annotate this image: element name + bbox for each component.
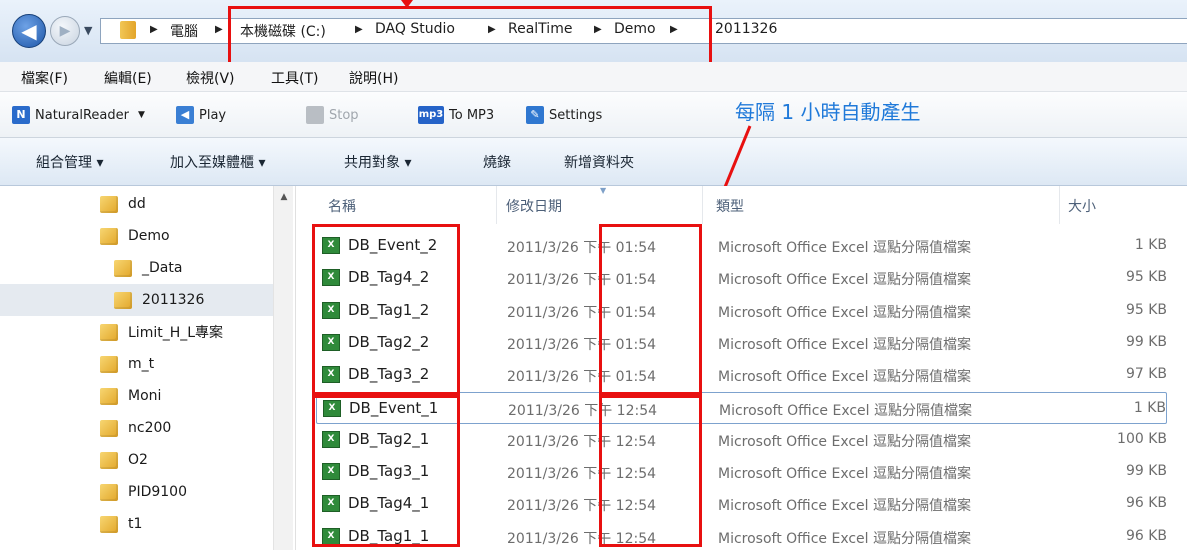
naturalreader-label: NaturalReader xyxy=(35,107,129,123)
nav-folder-o2[interactable]: O2 xyxy=(100,444,148,476)
file-type: Microsoft Office Excel 逗點分隔值檔案 xyxy=(719,402,973,419)
menu-bar: 檔案(F) 編輯(E) 檢視(V) 工具(T) 說明(H) xyxy=(0,62,1187,92)
file-size: 99 KB xyxy=(1125,333,1167,350)
folder-icon xyxy=(114,259,132,277)
add-to-library-button[interactable]: 加入至媒體櫃 ▾ xyxy=(170,152,265,172)
command-bar: 組合管理 ▾ 加入至媒體櫃 ▾ 共用對象 ▾ 燒錄 新增資料夾 xyxy=(0,138,1187,186)
folder-icon xyxy=(100,387,118,405)
folder-icon xyxy=(100,355,118,373)
file-size: 99 KB xyxy=(1125,463,1167,480)
folder-icon xyxy=(100,323,118,341)
nav-folder-t1[interactable]: t1 xyxy=(100,508,142,540)
nav-folder-nc200[interactable]: nc200 xyxy=(100,412,171,444)
file-type: Microsoft Office Excel 逗點分隔值檔案 xyxy=(718,272,972,289)
folder-icon xyxy=(120,21,136,39)
annotation-box-files-1 xyxy=(312,392,460,547)
folder-icon xyxy=(100,227,118,245)
organize-button[interactable]: 組合管理 ▾ xyxy=(36,152,103,172)
settings-button[interactable]: ✎ Settings xyxy=(526,106,602,124)
nav-scrollbar[interactable]: ▲ xyxy=(273,186,293,550)
annotation-box-time-1 xyxy=(599,392,702,547)
speaker-icon: ◀ xyxy=(176,106,194,124)
folder-icon xyxy=(114,291,132,309)
stop-icon xyxy=(306,106,324,124)
chevron-right-icon[interactable]: ▶ xyxy=(215,24,223,35)
naturalreader-icon: N xyxy=(12,106,30,124)
nav-folder-limit[interactable]: Limit_H_L專案 xyxy=(100,316,223,348)
column-header-date[interactable]: 修改日期 xyxy=(506,196,562,216)
file-size: 95 KB xyxy=(1125,269,1167,286)
sort-indicator-icon: ▼ xyxy=(600,186,607,195)
play-label: Play xyxy=(199,107,227,123)
folder-icon xyxy=(100,515,118,533)
forward-button[interactable]: ▶ xyxy=(50,16,80,46)
annotation-box-files-2 xyxy=(312,224,460,398)
nav-folder-demo[interactable]: Demo xyxy=(100,220,170,252)
menu-edit[interactable]: 編輯(E) xyxy=(104,68,152,88)
file-size: 1 KB xyxy=(1133,399,1166,416)
reader-toolbar: N NaturalReader ▼ ◀ Play Stop mp3 To MP3… xyxy=(0,92,1187,138)
menu-file[interactable]: 檔案(F) xyxy=(21,68,68,88)
wrench-icon: ✎ xyxy=(526,106,544,124)
file-size: 96 KB xyxy=(1125,527,1167,544)
file-size: 1 KB xyxy=(1134,237,1167,253)
scroll-up-icon[interactable]: ▲ xyxy=(274,192,294,202)
file-type: Microsoft Office Excel 逗點分隔值檔案 xyxy=(718,498,972,515)
file-type: Microsoft Office Excel 逗點分隔值檔案 xyxy=(718,304,972,321)
file-type: Microsoft Office Excel 逗點分隔值檔案 xyxy=(718,530,972,547)
menu-view[interactable]: 檢視(V) xyxy=(186,68,235,88)
to-mp3-label: To MP3 xyxy=(449,107,495,123)
mp3-icon: mp3 xyxy=(418,106,444,124)
file-type: Microsoft Office Excel 逗點分隔值檔案 xyxy=(718,336,972,353)
nav-folder-data[interactable]: _Data xyxy=(114,252,182,284)
column-header-size[interactable]: 大小 xyxy=(1068,196,1096,216)
file-size: 95 KB xyxy=(1125,301,1167,318)
play-button[interactable]: ◀ Play xyxy=(176,106,226,124)
nav-folder-mt[interactable]: m_t xyxy=(100,348,154,380)
column-header-name[interactable]: 名稱 xyxy=(328,196,356,216)
nav-folder-moni[interactable]: Moni xyxy=(100,380,161,412)
file-size: 96 KB xyxy=(1125,495,1167,512)
annotation-box-time-2 xyxy=(599,224,702,398)
nav-folder-2011326[interactable]: 2011326 xyxy=(0,284,273,316)
annotation-box-path xyxy=(228,6,712,65)
folder-icon xyxy=(100,451,118,469)
file-type: Microsoft Office Excel 逗點分隔值檔案 xyxy=(718,433,972,450)
share-with-button[interactable]: 共用對象 ▾ xyxy=(344,152,411,172)
burn-button[interactable]: 燒錄 xyxy=(483,152,511,172)
stop-button[interactable]: Stop xyxy=(306,106,359,124)
nav-folder-pid9100[interactable]: PID9100 xyxy=(100,476,187,508)
file-size: 97 KB xyxy=(1125,366,1167,383)
file-size: 100 KB xyxy=(1117,430,1167,447)
chevron-right-icon[interactable]: ▶ xyxy=(150,24,158,35)
column-divider[interactable] xyxy=(1059,186,1060,224)
crumb-computer[interactable]: 電腦 xyxy=(170,21,198,41)
navigation-pane: dd Demo _Data 2011326 Limit_H_L專案 m_t Mo… xyxy=(0,186,296,550)
column-header-type[interactable]: 類型 xyxy=(716,196,744,216)
arrow-left-icon: ◀ xyxy=(21,19,37,43)
back-button[interactable]: ◀ xyxy=(12,14,46,48)
new-folder-button[interactable]: 新增資料夾 xyxy=(564,152,634,172)
to-mp3-button[interactable]: mp3 To MP3 xyxy=(418,106,494,124)
folder-icon xyxy=(100,419,118,437)
recent-pages-dropdown[interactable]: ▼ xyxy=(84,24,92,37)
menu-tools[interactable]: 工具(T) xyxy=(271,68,318,88)
file-type: Microsoft Office Excel 逗點分隔值檔案 xyxy=(718,240,972,256)
stop-label: Stop xyxy=(329,107,359,123)
crumb-2011326[interactable]: 2011326 xyxy=(715,21,777,37)
file-type: Microsoft Office Excel 逗點分隔值檔案 xyxy=(718,369,972,386)
folder-icon xyxy=(100,483,118,501)
arrow-right-icon: ▶ xyxy=(59,23,71,39)
settings-label: Settings xyxy=(549,107,603,123)
chevron-down-icon[interactable]: ▼ xyxy=(138,110,145,120)
menu-help[interactable]: 說明(H) xyxy=(349,68,398,88)
column-divider[interactable] xyxy=(702,186,703,224)
nav-folder-dd[interactable]: dd xyxy=(100,188,146,220)
naturalreader-button[interactable]: N NaturalReader ▼ xyxy=(12,106,145,124)
file-type: Microsoft Office Excel 逗點分隔值檔案 xyxy=(718,466,972,483)
folder-icon xyxy=(100,195,118,213)
column-divider[interactable] xyxy=(496,186,497,224)
